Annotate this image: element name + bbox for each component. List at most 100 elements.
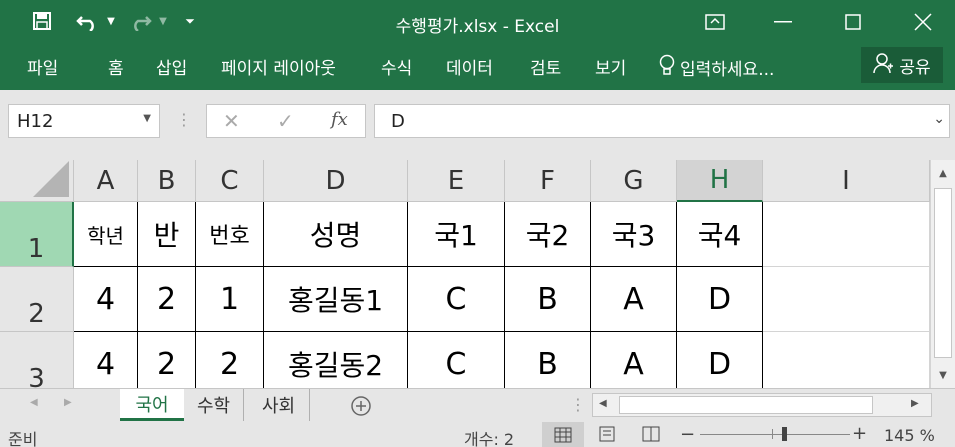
tab-splitter-icon[interactable]: ⋮ — [570, 395, 586, 414]
cancel-icon[interactable]: ✕ — [223, 109, 240, 133]
cell-c2[interactable]: 1 — [196, 267, 264, 332]
cell-e2[interactable]: C — [408, 267, 505, 332]
tab-view[interactable]: 보기 — [595, 54, 626, 79]
cell-e1[interactable]: 국1 — [408, 202, 505, 267]
tell-me-box[interactable]: 입력하세요... — [658, 54, 774, 81]
sheet-tab-social[interactable]: 사회 — [248, 389, 310, 421]
cell-b1[interactable]: 반 — [138, 202, 196, 267]
tab-file[interactable]: 파일 — [27, 54, 58, 79]
vertical-scrollbar[interactable]: ▲ ▼ — [930, 160, 955, 388]
page-layout-view-icon[interactable] — [598, 426, 616, 446]
name-box-value: H12 — [17, 111, 54, 132]
expand-formula-icon[interactable]: ⌄ — [933, 111, 945, 127]
redo-icon[interactable] — [124, 8, 156, 34]
next-sheet-icon[interactable]: ▶ — [64, 397, 72, 408]
share-button[interactable]: 공유 — [861, 47, 943, 83]
close-icon[interactable] — [900, 0, 946, 44]
scroll-down-icon[interactable]: ▼ — [931, 364, 955, 386]
tab-formulas[interactable]: 수식 — [381, 54, 412, 79]
insert-function-button[interactable]: fx — [331, 109, 348, 130]
cell-c1[interactable]: 번호 — [196, 202, 264, 267]
scroll-up-icon[interactable]: ▲ — [931, 162, 955, 184]
undo-icon[interactable] — [72, 8, 104, 34]
row-header-3[interactable]: 3 — [0, 332, 74, 388]
row-header-1[interactable]: 1 — [0, 202, 74, 267]
ribbon-tabs: 파일 홈 삽입 페이지 레이아웃 수식 데이터 검토 보기 입력하세요... 공… — [0, 44, 955, 90]
cell-c3[interactable]: 2 — [196, 332, 264, 388]
status-bar: 준비 개수: 2 − + 145 % — [0, 422, 955, 447]
cell-d2[interactable]: 홍길동1 — [264, 267, 408, 332]
worksheet-grid[interactable]: A B C D E F G H I 1 2 3 학년 반 번호 성명 국1 국2… — [0, 160, 930, 388]
horizontal-scroll-thumb[interactable] — [619, 396, 873, 414]
page-break-view-icon[interactable] — [642, 426, 660, 446]
column-header-e[interactable]: E — [408, 160, 505, 202]
zoom-level[interactable]: 145 % — [884, 426, 935, 445]
vertical-scroll-thumb[interactable] — [934, 188, 952, 358]
tab-home[interactable]: 홈 — [108, 54, 124, 79]
cell-d1[interactable]: 성명 — [264, 202, 408, 267]
name-box-dropdown-icon[interactable]: ▼ — [143, 113, 151, 124]
column-header-h[interactable]: H — [677, 160, 763, 202]
sheet-tab-math[interactable]: 수학 — [184, 389, 244, 421]
zoom-slider-thumb[interactable] — [782, 427, 787, 441]
zoom-in-icon[interactable]: + — [852, 423, 867, 444]
cell-b3[interactable]: 2 — [138, 332, 196, 388]
cell-h3[interactable]: D — [677, 332, 763, 388]
title-bar: ▼ ▼ ⏷ 수행평가.xlsx - Excel — [0, 0, 955, 44]
column-header-f[interactable]: F — [505, 160, 591, 202]
cell-a3[interactable]: 4 — [74, 332, 138, 388]
undo-dropdown-icon[interactable]: ▼ — [104, 8, 118, 34]
sheet-tab-korean[interactable]: 국어 — [120, 389, 184, 421]
scroll-right-icon[interactable]: ▶ — [911, 398, 919, 409]
column-header-c[interactable]: C — [196, 160, 264, 202]
scroll-left-icon[interactable]: ◀ — [599, 398, 607, 409]
cell-d3[interactable]: 홍길동2 — [264, 332, 408, 388]
cell-h2[interactable]: D — [677, 267, 763, 332]
horizontal-scrollbar[interactable]: ◀ ▶ — [592, 393, 932, 417]
cell-f1[interactable]: 국2 — [505, 202, 591, 267]
maximize-icon[interactable] — [830, 0, 876, 44]
column-header-a[interactable]: A — [74, 160, 138, 202]
column-header-g[interactable]: G — [591, 160, 677, 202]
normal-view-icon[interactable] — [542, 422, 584, 447]
cell-g1[interactable]: 국3 — [591, 202, 677, 267]
cell-i2[interactable] — [763, 267, 930, 332]
tab-page-layout[interactable]: 페이지 레이아웃 — [221, 54, 336, 79]
cell-a1[interactable]: 학년 — [74, 202, 138, 267]
cell-g2[interactable]: A — [591, 267, 677, 332]
ribbon-display-icon[interactable] — [692, 0, 738, 44]
customize-icon[interactable]: ⏷ — [180, 8, 200, 34]
formula-area: H12 ▼ ⋮ ✕ ✓ fx D ⌄ — [0, 90, 955, 160]
cell-f2[interactable]: B — [505, 267, 591, 332]
cell-g3[interactable]: A — [591, 332, 677, 388]
column-header-d[interactable]: D — [264, 160, 408, 202]
formula-input[interactable]: D ⌄ — [374, 104, 950, 138]
prev-sheet-icon[interactable]: ◀ — [30, 397, 38, 408]
zoom-out-icon[interactable]: − — [680, 424, 695, 445]
cell-a2[interactable]: 4 — [74, 267, 138, 332]
cell-b2[interactable]: 2 — [138, 267, 196, 332]
cell-e3[interactable]: C — [408, 332, 505, 388]
cell-i3[interactable] — [763, 332, 930, 388]
tab-review[interactable]: 검토 — [530, 54, 561, 79]
person-icon — [873, 52, 894, 79]
cell-h1[interactable]: 국4 — [677, 202, 763, 267]
grip-icon: ⋮ — [176, 110, 192, 129]
zoom-slider-mid-tick — [772, 429, 773, 439]
save-icon[interactable] — [28, 8, 56, 34]
cell-f3[interactable]: B — [505, 332, 591, 388]
zoom-slider[interactable] — [700, 427, 850, 441]
minimize-icon[interactable] — [760, 0, 806, 44]
tab-insert[interactable]: 삽입 — [156, 54, 187, 79]
sheet-tab-bar: ◀ ▶ 국어 수학 사회 ⋮ ◀ ▶ — [0, 388, 955, 422]
column-header-i[interactable]: I — [763, 160, 930, 202]
column-header-b[interactable]: B — [138, 160, 196, 202]
tab-data[interactable]: 데이터 — [446, 54, 493, 79]
redo-dropdown-icon[interactable]: ▼ — [156, 8, 170, 34]
row-header-2[interactable]: 2 — [0, 267, 74, 332]
name-box[interactable]: H12 ▼ — [8, 104, 160, 138]
add-sheet-icon[interactable] — [350, 395, 372, 421]
cell-i1[interactable] — [763, 202, 930, 267]
select-all-button[interactable] — [0, 160, 74, 202]
enter-icon[interactable]: ✓ — [277, 109, 294, 133]
